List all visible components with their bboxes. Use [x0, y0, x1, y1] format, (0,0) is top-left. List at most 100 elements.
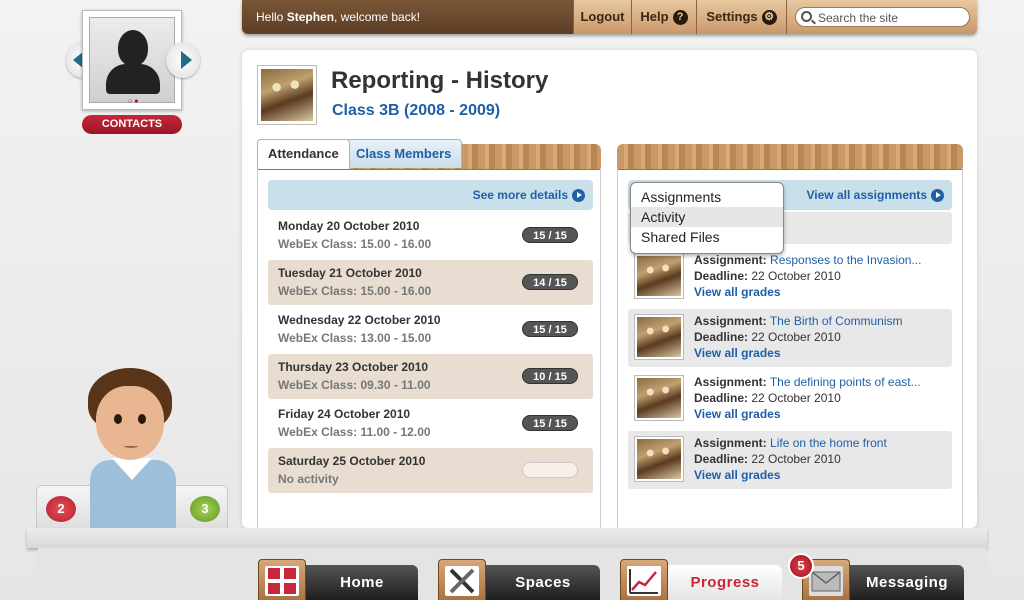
contact-photo: ○● [89, 17, 175, 105]
attendance-score: 15 / 15 [522, 227, 578, 243]
view-select-dropdown[interactable]: Assignments Activity Shared Files [630, 182, 784, 254]
contacts-button[interactable]: CONTACTS [82, 115, 182, 134]
see-more-label: See more details [472, 188, 568, 202]
deadline-value: 22 October 2010 [751, 330, 841, 344]
attendance-panel: See more details Monday 20 October 2010 … [257, 168, 601, 528]
attendance-score: 14 / 15 [522, 274, 578, 290]
tab-attendance[interactable]: Attendance [257, 139, 350, 169]
dropdown-item-assignments[interactable]: Assignments [631, 187, 783, 207]
search-container [786, 0, 977, 34]
deadline-value: 22 October 2010 [751, 391, 841, 405]
pager-dots: ○● [128, 98, 141, 105]
attendance-row[interactable]: Tuesday 21 October 2010 WebEx Class: 15.… [268, 260, 593, 305]
notification-bubble-red[interactable]: 2 [46, 496, 76, 522]
assignment-label: Assignment: [694, 436, 767, 450]
deadline-label: Deadline: [694, 269, 749, 283]
attendance-row[interactable]: Friday 24 October 2010 WebEx Class: 11.0… [268, 401, 593, 446]
notification-bubble-green[interactable]: 3 [190, 496, 220, 522]
assignment-thumbnail [634, 314, 684, 360]
view-grades-link[interactable]: View all grades [694, 284, 921, 300]
assignment-image [637, 378, 681, 418]
greeting: Hello Stephen, welcome back! [256, 10, 420, 24]
assignment-thumbnail [634, 253, 684, 299]
view-all-label: View all assignments [806, 188, 928, 202]
silhouette-icon [118, 30, 148, 66]
nav-messaging-label: Messaging [850, 565, 964, 600]
page-subtitle: Class 3B (2008 - 2009) [332, 102, 501, 119]
attendance-score: 15 / 15 [522, 321, 578, 337]
dropdown-item-shared-files[interactable]: Shared Files [631, 227, 783, 247]
deadline-label: Deadline: [694, 452, 749, 466]
class-thumbnail [257, 65, 317, 125]
search-input[interactable] [818, 10, 966, 25]
class-image [261, 69, 313, 121]
main-panel: Reporting - History Class 3B (2008 - 200… [242, 50, 977, 528]
question-icon: ? [672, 10, 688, 26]
page-title: Reporting - History [331, 67, 549, 94]
assignment-row: Assignment: Life on the home front Deadl… [628, 431, 952, 489]
dropdown-item-activity[interactable]: Activity [631, 207, 783, 227]
greeting-prefix: Hello [256, 10, 287, 24]
assignment-image [637, 439, 681, 479]
avatar-eye-left [114, 414, 122, 424]
deadline-value: 22 October 2010 [751, 452, 841, 466]
see-more-bar: See more details [268, 180, 593, 210]
search-icon [801, 11, 812, 22]
avatar[interactable] [80, 368, 180, 528]
silhouette-body [106, 64, 160, 94]
tools-icon [438, 559, 486, 600]
view-grades-link[interactable]: View all grades [694, 345, 903, 361]
attendance-row[interactable]: Saturday 25 October 2010 No activity [268, 448, 593, 493]
assignment-image [637, 317, 681, 357]
help-label: Help [640, 9, 669, 24]
see-more-link[interactable]: See more details [472, 188, 585, 203]
assignment-label: Assignment: [694, 314, 767, 328]
deadline-label: Deadline: [694, 330, 749, 344]
nav-spaces[interactable]: Spaces [438, 559, 600, 600]
assignment-label: Assignment: [694, 253, 767, 267]
assignment-title-link[interactable]: The defining points of east... [770, 375, 921, 389]
nav-home[interactable]: Home [258, 559, 418, 600]
help-button[interactable]: Help? [631, 0, 696, 34]
nav-shelf [27, 528, 987, 548]
arrow-circle-icon [572, 189, 585, 203]
assignment-label: Assignment: [694, 375, 767, 389]
attendance-row[interactable]: Monday 20 October 2010 WebEx Class: 15.0… [268, 213, 593, 258]
greeting-suffix: , welcome back! [334, 10, 421, 24]
chart-icon [620, 559, 668, 600]
avatar-mouth [124, 444, 138, 448]
assignment-title-link[interactable]: Life on the home front [770, 436, 887, 450]
assignment-image [637, 256, 681, 296]
logout-button[interactable]: Logout [573, 0, 631, 34]
tab-class-members[interactable]: Class Members [345, 139, 463, 168]
avatar-eye-right [138, 414, 146, 424]
gear-icon: ⚙ [761, 10, 777, 26]
arrow-circle-icon [931, 189, 944, 203]
right-wood-header [617, 144, 963, 170]
deadline-label: Deadline: [694, 391, 749, 405]
arrow-right-icon [181, 51, 192, 69]
assignment-thumbnail [634, 436, 684, 482]
view-grades-link[interactable]: View all grades [694, 467, 887, 483]
attendance-score: 15 / 15 [522, 415, 578, 431]
view-all-assignments-link[interactable]: View all assignments [806, 188, 944, 203]
deadline-value: 22 October 2010 [751, 269, 841, 283]
assignment-row: Assignment: Responses to the Invasion...… [628, 248, 952, 306]
assignment-title-link[interactable]: Responses to the Invasion... [770, 253, 921, 267]
attendance-score [522, 462, 578, 478]
nav-messaging[interactable]: Messaging [802, 559, 964, 600]
attendance-row[interactable]: Thursday 23 October 2010 WebEx Class: 09… [268, 354, 593, 399]
assignment-thumbnail [634, 375, 684, 421]
nav-progress[interactable]: Progress [620, 559, 782, 600]
settings-button[interactable]: Settings ⚙ [696, 0, 786, 34]
attendance-row[interactable]: Wednesday 22 October 2010 WebEx Class: 1… [268, 307, 593, 352]
contacts-next-button[interactable] [166, 42, 200, 78]
assignment-title-link[interactable]: The Birth of Communism [770, 314, 903, 328]
top-bar: Hello Stephen, welcome back! Logout Help… [242, 0, 977, 34]
search-box [795, 7, 970, 27]
attendance-score: 10 / 15 [522, 368, 578, 384]
view-grades-link[interactable]: View all grades [694, 406, 921, 422]
user-name: Stephen [286, 10, 335, 24]
messaging-badge: 5 [788, 553, 814, 579]
logout-label: Logout [580, 9, 625, 24]
